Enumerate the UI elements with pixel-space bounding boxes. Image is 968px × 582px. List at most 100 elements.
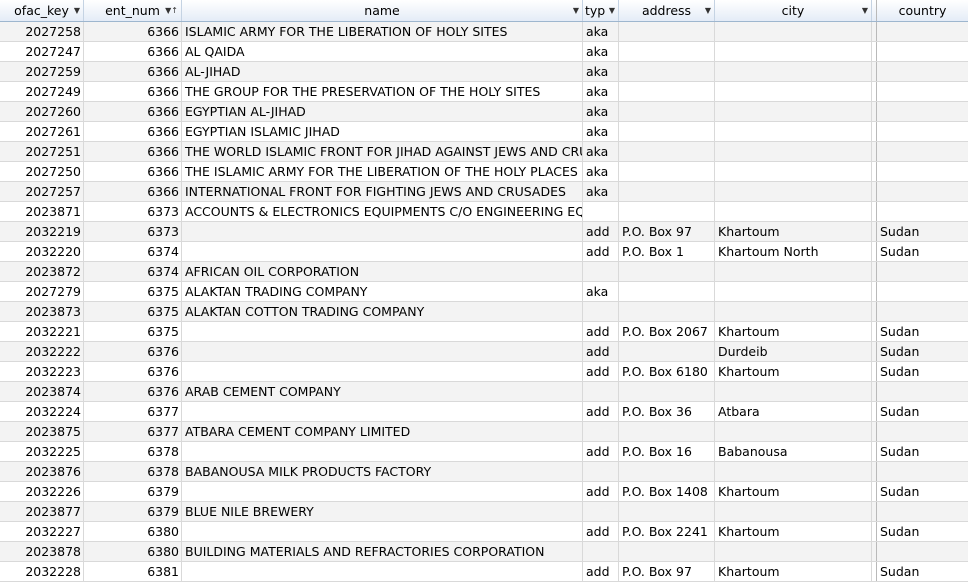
cell-country[interactable] (877, 262, 968, 281)
cell-ent-num[interactable]: 6374 (84, 242, 182, 261)
cell-type[interactable]: add (583, 242, 619, 261)
table-row[interactable]: 2032228 6381 add P.O. Box 97 Khartoum Sudan (0, 562, 968, 582)
table-row[interactable]: 2027258 6366 ISLAMIC ARMY FOR THE LIBERATI… (0, 22, 968, 42)
cell-name[interactable] (182, 362, 583, 381)
cell-ent-num[interactable]: 6366 (84, 162, 182, 181)
cell-type[interactable]: add (583, 222, 619, 241)
cell-ent-num[interactable]: 6373 (84, 222, 182, 241)
cell-ofac-key[interactable]: 2027259 (0, 62, 84, 81)
table-row[interactable]: 2032226 6379 add P.O. Box 1408 Khartoum Sudan (0, 482, 968, 502)
table-row[interactable]: 2032223 6376 add P.O. Box 6180 Khartoum Sudan (0, 362, 968, 382)
column-header-country[interactable]: country (877, 0, 968, 21)
cell-name[interactable] (182, 402, 583, 421)
cell-type[interactable]: aka (583, 42, 619, 61)
cell-name[interactable]: ALAKTAN TRADING COMPANY (182, 282, 583, 301)
cell-name[interactable]: THE WORLD ISLAMIC FRONT FOR JIHAD AGAINS… (182, 142, 583, 161)
table-row[interactable]: 2032219 6373 add P.O. Box 97 Khartoum Sudan (0, 222, 968, 242)
cell-ent-num[interactable]: 6375 (84, 302, 182, 321)
cell-country[interactable] (877, 542, 968, 561)
cell-ofac-key[interactable]: 2032222 (0, 342, 84, 361)
cell-address[interactable] (619, 542, 715, 561)
cell-city[interactable] (715, 42, 872, 61)
cell-ofac-key[interactable]: 2032219 (0, 222, 84, 241)
cell-address[interactable] (619, 382, 715, 401)
cell-city[interactable]: Khartoum (715, 362, 872, 381)
cell-ofac-key[interactable]: 2023871 (0, 202, 84, 221)
cell-ofac-key[interactable]: 2023877 (0, 502, 84, 521)
cell-ent-num[interactable]: 6366 (84, 102, 182, 121)
cell-type[interactable] (583, 502, 619, 521)
cell-name[interactable]: ATBARA CEMENT COMPANY LIMITED (182, 422, 583, 441)
cell-address[interactable] (619, 302, 715, 321)
table-row[interactable]: 2027247 6366 AL QAIDA aka (0, 42, 968, 62)
cell-city[interactable] (715, 202, 872, 221)
cell-country[interactable]: Sudan (877, 442, 968, 461)
cell-name[interactable]: ARAB CEMENT COMPANY (182, 382, 583, 401)
cell-type[interactable] (583, 462, 619, 481)
cell-name[interactable]: EGYPTIAN ISLAMIC JIHAD (182, 122, 583, 141)
cell-ent-num[interactable]: 6376 (84, 342, 182, 361)
cell-ent-num[interactable]: 6366 (84, 142, 182, 161)
cell-country[interactable]: Sudan (877, 402, 968, 421)
cell-type[interactable]: add (583, 482, 619, 501)
cell-ofac-key[interactable]: 2027250 (0, 162, 84, 181)
cell-country[interactable] (877, 22, 968, 41)
cell-city[interactable] (715, 422, 872, 441)
cell-address[interactable]: P.O. Box 36 (619, 402, 715, 421)
cell-name[interactable] (182, 522, 583, 541)
cell-ent-num[interactable]: 6379 (84, 482, 182, 501)
cell-name[interactable] (182, 442, 583, 461)
cell-country[interactable] (877, 162, 968, 181)
cell-city[interactable]: Khartoum (715, 482, 872, 501)
cell-address[interactable] (619, 62, 715, 81)
cell-address[interactable]: P.O. Box 2067 (619, 322, 715, 341)
cell-ofac-key[interactable]: 2027247 (0, 42, 84, 61)
cell-ofac-key[interactable]: 2032225 (0, 442, 84, 461)
cell-address[interactable]: P.O. Box 2241 (619, 522, 715, 541)
cell-ent-num[interactable]: 6366 (84, 182, 182, 201)
table-row[interactable]: 2023874 6376 ARAB CEMENT COMPANY (0, 382, 968, 402)
cell-country[interactable]: Sudan (877, 522, 968, 541)
cell-ent-num[interactable]: 6376 (84, 362, 182, 381)
cell-name[interactable]: ALAKTAN COTTON TRADING COMPANY (182, 302, 583, 321)
cell-ent-num[interactable]: 6377 (84, 422, 182, 441)
cell-ofac-key[interactable]: 2023873 (0, 302, 84, 321)
cell-country[interactable]: Sudan (877, 222, 968, 241)
cell-type[interactable] (583, 382, 619, 401)
cell-name[interactable] (182, 242, 583, 261)
cell-city[interactable] (715, 302, 872, 321)
dropdown-arrow-icon[interactable]: ▼ (573, 0, 579, 21)
cell-country[interactable]: Sudan (877, 482, 968, 501)
cell-ofac-key[interactable]: 2027279 (0, 282, 84, 301)
cell-address[interactable] (619, 462, 715, 481)
cell-city[interactable] (715, 182, 872, 201)
cell-address[interactable]: P.O. Box 1 (619, 242, 715, 261)
cell-address[interactable]: P.O. Box 16 (619, 442, 715, 461)
cell-ofac-key[interactable]: 2027260 (0, 102, 84, 121)
cell-name[interactable]: BUILDING MATERIALS AND REFRACTORIES CORP… (182, 542, 583, 561)
column-header-name[interactable]: name ▼ (182, 0, 583, 21)
cell-address[interactable] (619, 162, 715, 181)
cell-ofac-key[interactable]: 2023874 (0, 382, 84, 401)
dropdown-arrow-icon[interactable]: ▼ (705, 0, 711, 21)
table-row[interactable]: 2023875 6377 ATBARA CEMENT COMPANY LIMITED (0, 422, 968, 442)
cell-name[interactable]: THE GROUP FOR THE PRESERVATION OF THE HO… (182, 82, 583, 101)
cell-name[interactable]: ISLAMIC ARMY FOR THE LIBERATION OF HOLY … (182, 22, 583, 41)
cell-country[interactable] (877, 182, 968, 201)
cell-country[interactable] (877, 282, 968, 301)
cell-ofac-key[interactable]: 2027249 (0, 82, 84, 101)
cell-ent-num[interactable]: 6374 (84, 262, 182, 281)
cell-address[interactable] (619, 42, 715, 61)
table-row[interactable]: 2027257 6366 INTERNATIONAL FRONT FOR FIGHT… (0, 182, 968, 202)
cell-country[interactable] (877, 82, 968, 101)
table-row[interactable]: 2032224 6377 add P.O. Box 36 Atbara Sudan (0, 402, 968, 422)
column-header-city[interactable]: city ▼ (715, 0, 872, 21)
cell-ent-num[interactable]: 6380 (84, 542, 182, 561)
cell-country[interactable]: Sudan (877, 562, 968, 581)
table-row[interactable]: 2027279 6375 ALAKTAN TRADING COMPANY aka (0, 282, 968, 302)
cell-ent-num[interactable]: 6366 (84, 42, 182, 61)
cell-name[interactable] (182, 342, 583, 361)
table-row[interactable]: 2032220 6374 add P.O. Box 1 Khartoum North Su… (0, 242, 968, 262)
cell-ofac-key[interactable]: 2023875 (0, 422, 84, 441)
cell-type[interactable]: aka (583, 182, 619, 201)
